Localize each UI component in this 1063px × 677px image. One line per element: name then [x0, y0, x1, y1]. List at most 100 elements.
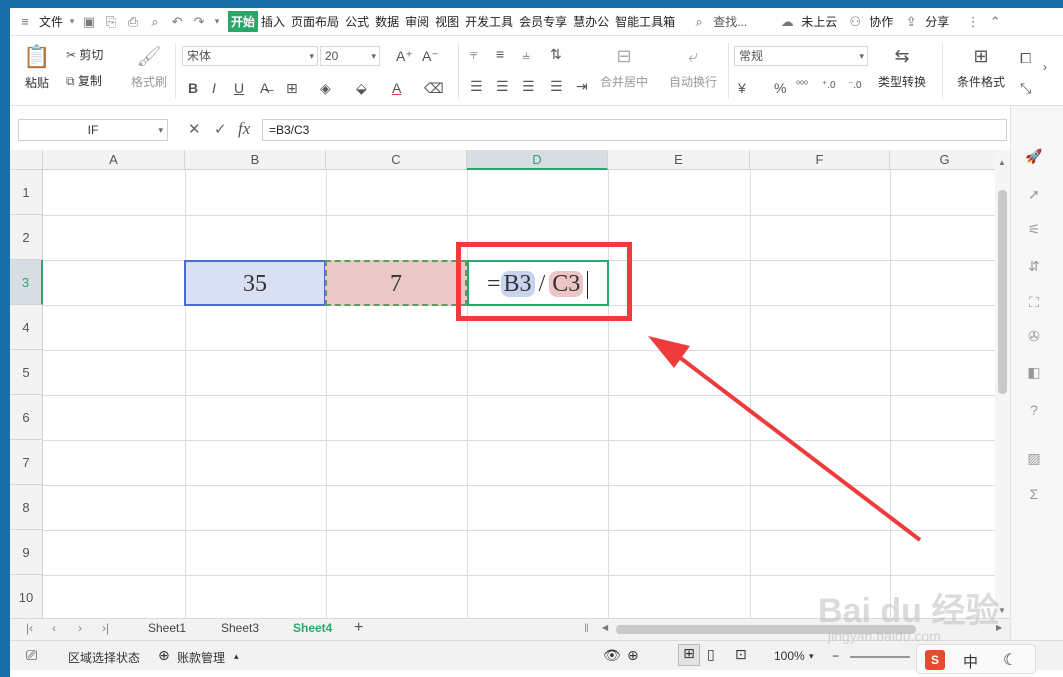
sogou-logo-icon[interactable]: S [925, 650, 945, 670]
row-header-5[interactable]: 5 [10, 350, 43, 395]
number-format-select[interactable]: 常规 ▾ [734, 46, 868, 66]
grow-font-icon[interactable]: A⁺ [396, 48, 413, 65]
export-pdf-icon[interactable]: ⎘ [100, 13, 122, 31]
align-middle-icon[interactable]: ≡ [496, 46, 504, 62]
tab-insert[interactable]: 插入 [258, 13, 288, 30]
column-header-b[interactable]: B [185, 150, 326, 170]
font-size-select[interactable]: 20 ▾ [320, 46, 380, 66]
column-header-a[interactable]: A [43, 150, 185, 170]
tab-developer[interactable]: 开发工具 [462, 13, 516, 30]
cloud-status[interactable]: 未上云 [798, 13, 840, 30]
cut-button[interactable]: ✂ 剪切 [66, 46, 103, 63]
currency-icon[interactable]: ¥ [738, 80, 746, 96]
tab-member[interactable]: 会员专享 [516, 13, 570, 30]
sliders-icon[interactable]: ⚟ [1024, 221, 1044, 241]
chevron-down-icon[interactable]: ▾ [66, 13, 78, 31]
fill-bucket-icon[interactable]: ⬙ [356, 80, 367, 97]
bold-icon[interactable]: B [188, 80, 198, 96]
cell-b3[interactable]: 35 [184, 260, 326, 306]
zoom-chevron-icon[interactable]: ▾ [809, 651, 814, 662]
type-convert-button[interactable]: ⇆ 类型转换 [872, 46, 932, 90]
tab-review[interactable]: 审阅 [402, 13, 432, 30]
cursor-icon[interactable]: ➚ [1024, 186, 1044, 206]
moon-icon[interactable]: ☾ [1003, 650, 1017, 670]
zoom-out-icon[interactable]: − [832, 649, 839, 663]
sheet-tab-3[interactable]: Sheet3 [221, 621, 259, 635]
tab-page-layout[interactable]: 页面布局 [288, 13, 342, 30]
scroll-thumb[interactable] [998, 190, 1007, 394]
more-chevron-icon[interactable]: ▾ [210, 13, 224, 31]
underline-icon[interactable]: U [234, 80, 244, 96]
format-painter-button[interactable]: 🖌 格式刷 [128, 44, 170, 90]
formula-input[interactable]: =B3/C3 [262, 119, 1007, 141]
indent-icon[interactable]: ⇥ [576, 78, 588, 95]
column-header-f[interactable]: F [750, 150, 890, 170]
normal-view-icon[interactable]: ⊞ [678, 644, 700, 666]
justify-icon[interactable]: ☰ [550, 78, 563, 95]
shrink-font-icon[interactable]: A⁻ [422, 48, 439, 65]
center-icon[interactable]: ⊕ [627, 647, 639, 664]
tab-formulas[interactable]: 公式 [342, 13, 372, 30]
select-all-corner[interactable] [10, 150, 43, 170]
italic-icon[interactable]: I [212, 80, 216, 96]
sort-icon[interactable]: ⤡ [1020, 80, 1031, 97]
tab-home[interactable]: 开始 [228, 11, 259, 32]
sheet-tab-4[interactable]: Sheet4 [293, 621, 332, 635]
print-preview-icon[interactable]: ⌕ [144, 13, 166, 31]
tab-data[interactable]: 数据 [372, 13, 402, 30]
column-header-e[interactable]: E [608, 150, 750, 170]
last-sheet-icon[interactable]: ›| [102, 621, 109, 635]
percent-icon[interactable]: % [774, 80, 786, 96]
next-sheet-icon[interactable]: › [78, 621, 82, 635]
confirm-icon[interactable]: ✓ [214, 120, 227, 138]
save-icon[interactable]: ▣ [78, 13, 100, 31]
fill-series-icon[interactable]: ⧠ [1020, 50, 1031, 67]
image-icon[interactable]: ▨ [1024, 450, 1044, 470]
align-top-icon[interactable]: ⫧ [470, 46, 478, 63]
row-header-4[interactable]: 4 [10, 305, 43, 350]
align-right-icon[interactable]: ☰ [522, 78, 535, 95]
image-tool-icon[interactable]: ⛶ [1024, 294, 1044, 314]
ime-language[interactable]: 中 [963, 651, 978, 672]
column-header-d[interactable]: D [467, 150, 608, 170]
vertical-scrollbar[interactable]: ▲ ▼ [995, 150, 1010, 624]
tab-toolbox[interactable]: 智能工具箱 [612, 13, 678, 30]
prev-sheet-icon[interactable]: ‹ [52, 621, 56, 635]
tab-view[interactable]: 视图 [432, 13, 462, 30]
thousands-icon[interactable]: ⁰⁰⁰ [796, 80, 808, 91]
row-header-7[interactable]: 7 [10, 440, 43, 485]
rocket-icon[interactable]: 🚀 [1024, 148, 1044, 168]
cell-c3[interactable]: 7 [325, 260, 467, 306]
add-sheet-icon[interactable]: + [354, 619, 363, 637]
more-icon[interactable]: ⋮ [962, 13, 984, 31]
row-header-8[interactable]: 8 [10, 485, 43, 530]
undo-icon[interactable]: ↶ [166, 13, 188, 31]
ledger-button[interactable]: 账款管理 [177, 649, 225, 666]
increase-decimal-icon[interactable]: ⁺.0 [822, 80, 836, 91]
decrease-decimal-icon[interactable]: ⁻.0 [848, 80, 862, 91]
clear-format-icon[interactable]: ⌫ [424, 80, 444, 97]
page-layout-icon[interactable]: ▯ [707, 646, 715, 663]
align-left-icon[interactable]: ☰ [470, 78, 483, 95]
orientation-icon[interactable]: ⇅ [550, 46, 562, 63]
search-box[interactable]: 查找... [710, 13, 750, 30]
font-color-icon[interactable]: A [392, 80, 401, 96]
menu-file[interactable]: 文件 [36, 13, 66, 30]
row-header-1[interactable]: 1 [10, 170, 43, 215]
share-button[interactable]: 分享 [922, 13, 952, 30]
ribbon-scroll-right-icon[interactable]: › [1043, 60, 1047, 74]
scroll-up-icon[interactable]: ▲ [998, 158, 1006, 167]
column-header-g[interactable]: G [890, 150, 995, 170]
row-header-2[interactable]: 2 [10, 215, 43, 260]
redo-icon[interactable]: ↷ [188, 13, 210, 31]
merge-center-button[interactable]: ⊟ 合并居中 [598, 46, 650, 90]
border-icon[interactable]: ⊞ [286, 80, 298, 97]
transfer-icon[interactable]: ⇵ [1024, 258, 1044, 278]
help-icon[interactable]: ? [1024, 402, 1044, 422]
collab-button[interactable]: 协作 [866, 13, 896, 30]
name-box[interactable]: IF ▾ [18, 119, 168, 141]
paste-button[interactable]: 📋 粘贴 [20, 44, 54, 100]
split-handle-icon[interactable]: ‖ [584, 621, 589, 635]
row-header-3[interactable]: 3 [10, 260, 43, 305]
fill-color-icon[interactable]: ◈ [320, 80, 331, 97]
